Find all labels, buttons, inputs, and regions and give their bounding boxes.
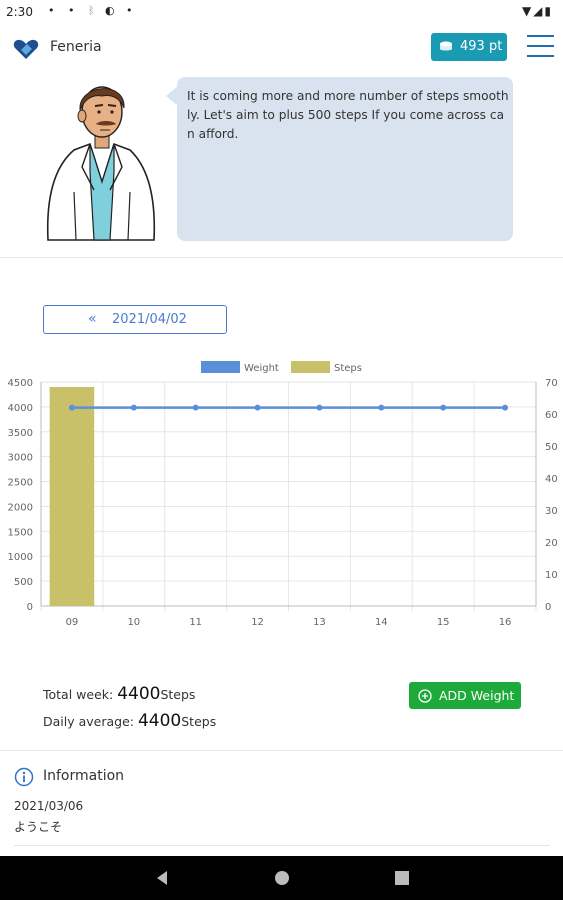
y-right-tick-label: 60	[545, 410, 558, 421]
daily-average-unit: Steps	[181, 714, 217, 729]
heart-logo-icon	[13, 39, 39, 59]
back-icon[interactable]	[153, 869, 171, 887]
add-weight-label: ADD Weight	[439, 688, 515, 703]
doctor-avatar	[46, 86, 156, 241]
divider	[0, 257, 563, 258]
information-date[interactable]: 2021/03/06	[14, 799, 83, 813]
weight-point	[502, 404, 509, 411]
weight-point	[68, 404, 75, 411]
x-tick-label: 16	[499, 617, 512, 628]
points-badge[interactable]: 493 pt	[431, 33, 507, 61]
recents-icon[interactable]	[393, 869, 411, 887]
information-text[interactable]: ようこそ	[14, 818, 62, 835]
y-right-tick-label: 20	[545, 538, 558, 549]
x-tick-label: 11	[189, 617, 202, 628]
divider	[14, 845, 550, 846]
x-tick-label: 10	[127, 617, 140, 628]
legend-label: Steps	[334, 363, 362, 374]
coins-icon	[440, 41, 452, 51]
y-left-tick-label: 2500	[8, 478, 33, 489]
home-icon[interactable]	[273, 869, 291, 887]
notification-dot-icon: •	[68, 4, 75, 17]
y-left-tick-label: 1000	[8, 552, 33, 563]
coach-speech-bubble: It is coming more and more number of ste…	[166, 77, 513, 241]
bluetooth-icon: ᛒ	[88, 4, 95, 17]
info-icon	[14, 767, 34, 787]
y-right-tick-label: 70	[545, 378, 558, 389]
steps-bar	[49, 386, 95, 606]
daily-average-label: Daily average:	[43, 714, 138, 729]
x-tick-label: 09	[66, 617, 79, 628]
app-title: Feneria	[50, 39, 102, 55]
information-title: Information	[43, 768, 125, 784]
y-left-tick-label: 3000	[8, 453, 33, 464]
weight-point	[440, 404, 447, 411]
y-right-tick-label: 0	[545, 602, 551, 613]
y-right-tick-label: 10	[545, 570, 558, 581]
hamburger-menu-icon[interactable]	[527, 35, 554, 58]
status-bar: 2:30 • • ᛒ ◐ • ▼◢▮	[0, 0, 563, 24]
date-picker-button[interactable]: « 2021/04/02	[43, 305, 227, 334]
y-right-tick-label: 50	[545, 442, 558, 453]
y-left-tick-label: 2000	[8, 502, 33, 513]
weight-point	[192, 404, 199, 411]
add-weight-button[interactable]: ADD Weight	[409, 682, 521, 709]
x-tick-label: 15	[437, 617, 450, 628]
total-week-unit: Steps	[160, 687, 196, 702]
y-left-tick-label: 500	[14, 577, 33, 588]
weight-point	[254, 404, 261, 411]
plus-circle-icon	[418, 689, 432, 703]
total-week-value: 4400	[117, 684, 161, 704]
y-left-tick-label: 0	[27, 602, 33, 613]
sync-icon: ◐	[105, 4, 115, 17]
signal-battery-icons: ▼◢▮	[521, 4, 553, 18]
current-date: 2021/04/02	[112, 312, 187, 327]
daily-average-value: 4400	[137, 711, 182, 731]
points-value: 493 pt	[460, 39, 503, 54]
notification-dot-icon: •	[126, 4, 133, 17]
legend-swatch	[291, 361, 330, 373]
double-chevron-left-icon: «	[88, 311, 97, 327]
divider	[0, 750, 563, 751]
android-nav-bar	[0, 856, 563, 900]
legend-swatch	[201, 361, 240, 373]
weight-point	[130, 404, 137, 411]
y-left-tick-label: 1500	[8, 527, 33, 538]
y-right-tick-label: 40	[545, 474, 558, 485]
status-time: 2:30	[6, 5, 33, 19]
legend-label: Weight	[244, 363, 279, 374]
coach-message: It is coming more and more number of ste…	[187, 89, 509, 141]
daily-average: Daily average: 4400Steps	[43, 711, 216, 731]
y-left-tick-label: 3500	[8, 428, 33, 439]
y-left-tick-label: 4500	[8, 378, 33, 389]
y-left-tick-label: 4000	[8, 403, 33, 414]
weight-steps-chart: 0 500 1000 1500 2000 2500 3000 3500 4000 4500 0 10 2…	[8, 361, 558, 628]
weight-point	[378, 404, 385, 411]
x-tick-label: 13	[313, 617, 326, 628]
notification-dot-icon: •	[48, 4, 55, 17]
total-week: Total week: 4400Steps	[43, 684, 195, 704]
x-tick-label: 12	[251, 617, 264, 628]
total-week-label: Total week:	[43, 687, 118, 702]
y-right-tick-label: 30	[545, 506, 558, 517]
x-tick-label: 14	[375, 617, 388, 628]
weight-point	[316, 404, 323, 411]
app-bar: Feneria 493 pt	[0, 24, 563, 70]
